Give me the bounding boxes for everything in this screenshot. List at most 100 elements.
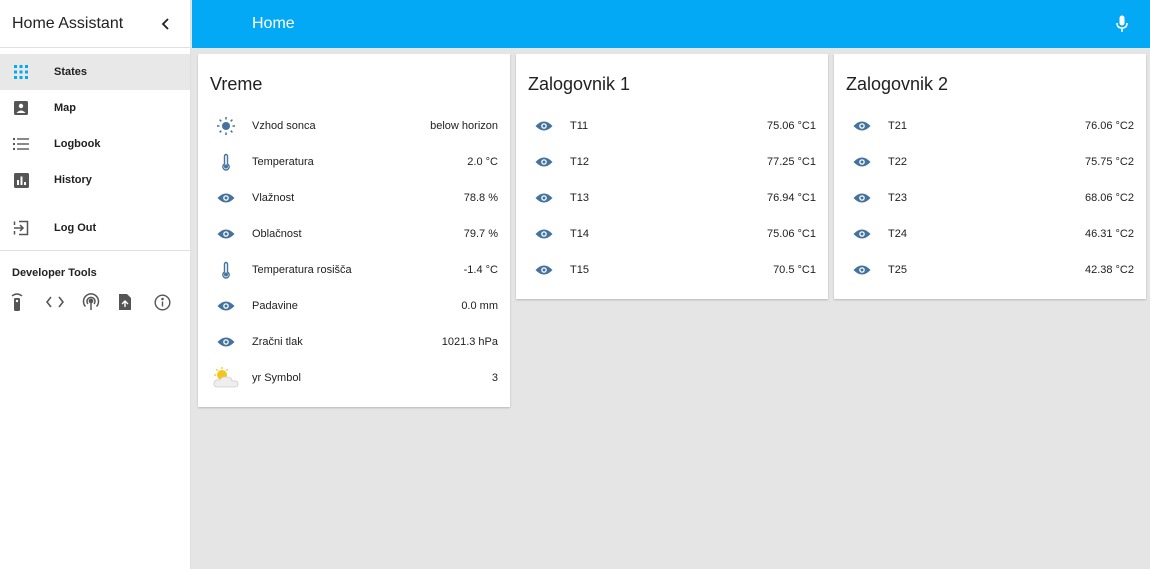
eye-icon [844, 114, 880, 138]
entity-row[interactable]: Zračni tlak 1021.3 hPa [198, 324, 510, 360]
info-icon[interactable] [154, 291, 190, 313]
sidebar-nav: States Map Logbook History Log Out [0, 48, 190, 246]
microphone-icon[interactable] [1112, 14, 1132, 34]
entity-row[interactable]: T24 46.31 °C2 [834, 216, 1146, 252]
entity-name: T21 [888, 120, 907, 132]
entity-name: Padavine [252, 300, 298, 312]
eye-icon [844, 258, 880, 282]
entity-name: T25 [888, 264, 907, 276]
sidebar: Home Assistant States Map Logbook Histor… [0, 0, 191, 569]
entity-name: T24 [888, 228, 907, 240]
card-zalogovnik-1: Zalogovnik 1 T11 75.06 °C1 T12 77.25 °C1… [516, 54, 828, 299]
sidebar-item-map[interactable]: Map [0, 90, 190, 126]
eye-icon [526, 114, 562, 138]
entity-row[interactable]: T21 76.06 °C2 [834, 108, 1146, 144]
developer-tools-title: Developer Tools [12, 267, 97, 279]
entity-name: T13 [570, 192, 589, 204]
entity-value: 76.94 °C1 [766, 192, 816, 204]
entity-row[interactable]: Padavine 0.0 mm [198, 288, 510, 324]
entity-row[interactable]: T23 68.06 °C2 [834, 180, 1146, 216]
sidebar-item-label: Log Out [54, 222, 97, 234]
entity-row[interactable]: T25 42.38 °C2 [834, 252, 1146, 288]
eye-icon [208, 186, 244, 210]
page-title: Home [252, 15, 295, 32]
entity-name: Zračni tlak [252, 336, 303, 348]
entity-value: below horizon [430, 120, 498, 132]
eye-icon [208, 330, 244, 354]
entity-value: 78.8 % [463, 192, 498, 204]
entity-value: 75.75 °C2 [1084, 156, 1134, 168]
entity-value: 0.0 mm [461, 300, 498, 312]
sidebar-item-label: States [54, 66, 88, 78]
entity-name: Vlažnost [252, 192, 295, 204]
eye-icon [208, 294, 244, 318]
entity-row[interactable]: Temperatura 2.0 °C [198, 144, 510, 180]
sidebar-item-label: Logbook [54, 138, 101, 150]
entity-name: Vzhod sonca [252, 120, 316, 132]
entity-name: yr Symbol [252, 372, 301, 384]
entity-list: T11 75.06 °C1 T12 77.25 °C1 T13 76.94 °C… [516, 108, 828, 288]
sidebar-item-logout[interactable]: Log Out [0, 210, 190, 246]
remote-icon[interactable] [10, 291, 46, 313]
entity-value: 76.06 °C2 [1084, 120, 1134, 132]
entity-row[interactable]: T15 70.5 °C1 [516, 252, 828, 288]
eye-icon [526, 258, 562, 282]
entity-value: 1021.3 hPa [441, 336, 498, 348]
code-icon[interactable] [46, 291, 82, 313]
entity-list: T21 76.06 °C2 T22 75.75 °C2 T23 68.06 °C… [834, 108, 1146, 288]
entity-value: 75.06 °C1 [766, 228, 816, 240]
entity-name: Temperatura rosišča [252, 264, 352, 276]
card-vreme: Vreme Vzhod sonca below horizon Temperat… [198, 54, 510, 407]
entity-row[interactable]: yr Symbol 3 [198, 360, 510, 396]
entity-value: 70.5 °C1 [773, 264, 816, 276]
map-icon [12, 99, 30, 117]
list-icon [12, 135, 30, 153]
sidebar-item-label: Map [54, 102, 76, 114]
entity-row[interactable]: T11 75.06 °C1 [516, 108, 828, 144]
eye-icon [526, 222, 562, 246]
card-zalogovnik-2: Zalogovnik 2 T21 76.06 °C2 T22 75.75 °C2… [834, 54, 1146, 299]
entity-name: Temperatura [252, 156, 314, 168]
entity-row[interactable]: Vzhod sonca below horizon [198, 108, 510, 144]
entity-row[interactable]: Temperatura rosišča -1.4 °C [198, 252, 510, 288]
eye-icon [844, 186, 880, 210]
entity-row[interactable]: T22 75.75 °C2 [834, 144, 1146, 180]
entity-row[interactable]: T14 75.06 °C1 [516, 216, 828, 252]
entity-row[interactable]: T12 77.25 °C1 [516, 144, 828, 180]
card-title: Zalogovnik 1 [528, 74, 631, 94]
eye-icon [208, 222, 244, 246]
entity-value: 68.06 °C2 [1084, 192, 1134, 204]
eye-icon [844, 150, 880, 174]
entity-value: 77.25 °C1 [766, 156, 816, 168]
sidebar-item-states[interactable]: States [0, 54, 190, 90]
logout-icon [12, 219, 30, 237]
entity-name: T23 [888, 192, 907, 204]
file-export-icon[interactable] [118, 291, 154, 313]
thermometer-icon [208, 150, 244, 174]
eye-icon [844, 222, 880, 246]
eye-icon [526, 150, 562, 174]
entity-name: T14 [570, 228, 589, 240]
weather-partly-cloudy-icon [208, 366, 244, 390]
entity-value: 3 [491, 372, 498, 384]
entity-row[interactable]: Oblačnost 79.7 % [198, 216, 510, 252]
app-title: Home Assistant [12, 14, 124, 32]
entity-name: T22 [888, 156, 907, 168]
thermometer-icon [208, 258, 244, 282]
entity-value: 46.31 °C2 [1084, 228, 1134, 240]
sidebar-item-history[interactable]: History [0, 162, 190, 198]
chevron-left-icon[interactable] [154, 12, 178, 36]
broadcast-icon[interactable] [82, 291, 118, 313]
entity-value: 79.7 % [463, 228, 498, 240]
sidebar-item-label: History [54, 174, 92, 186]
entity-name: T11 [570, 120, 589, 132]
entity-value: 42.38 °C2 [1084, 264, 1134, 276]
entity-name: T12 [570, 156, 589, 168]
grid-icon [12, 63, 30, 81]
sidebar-item-logbook[interactable]: Logbook [0, 126, 190, 162]
entity-row[interactable]: T13 76.94 °C1 [516, 180, 828, 216]
card-title: Vreme [210, 74, 263, 94]
entity-row[interactable]: Vlažnost 78.8 % [198, 180, 510, 216]
sidebar-header: Home Assistant [0, 0, 190, 48]
developer-tools [0, 279, 190, 313]
